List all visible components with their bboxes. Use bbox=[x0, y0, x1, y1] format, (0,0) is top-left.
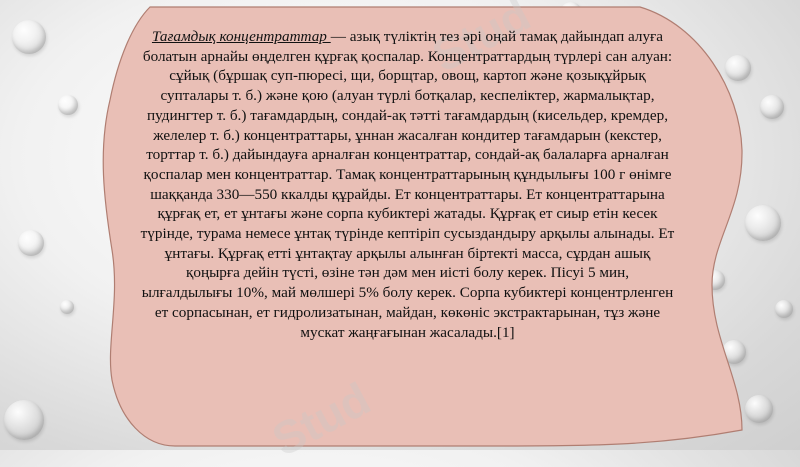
slide-text: Тағамдық концентраттар — азық түліктің т… bbox=[140, 27, 675, 342]
slide-title: Тағамдық концентраттар bbox=[151, 28, 331, 45]
slide-body: — азық түліктің тез әрі оңай тамақ дайын… bbox=[140, 28, 675, 341]
